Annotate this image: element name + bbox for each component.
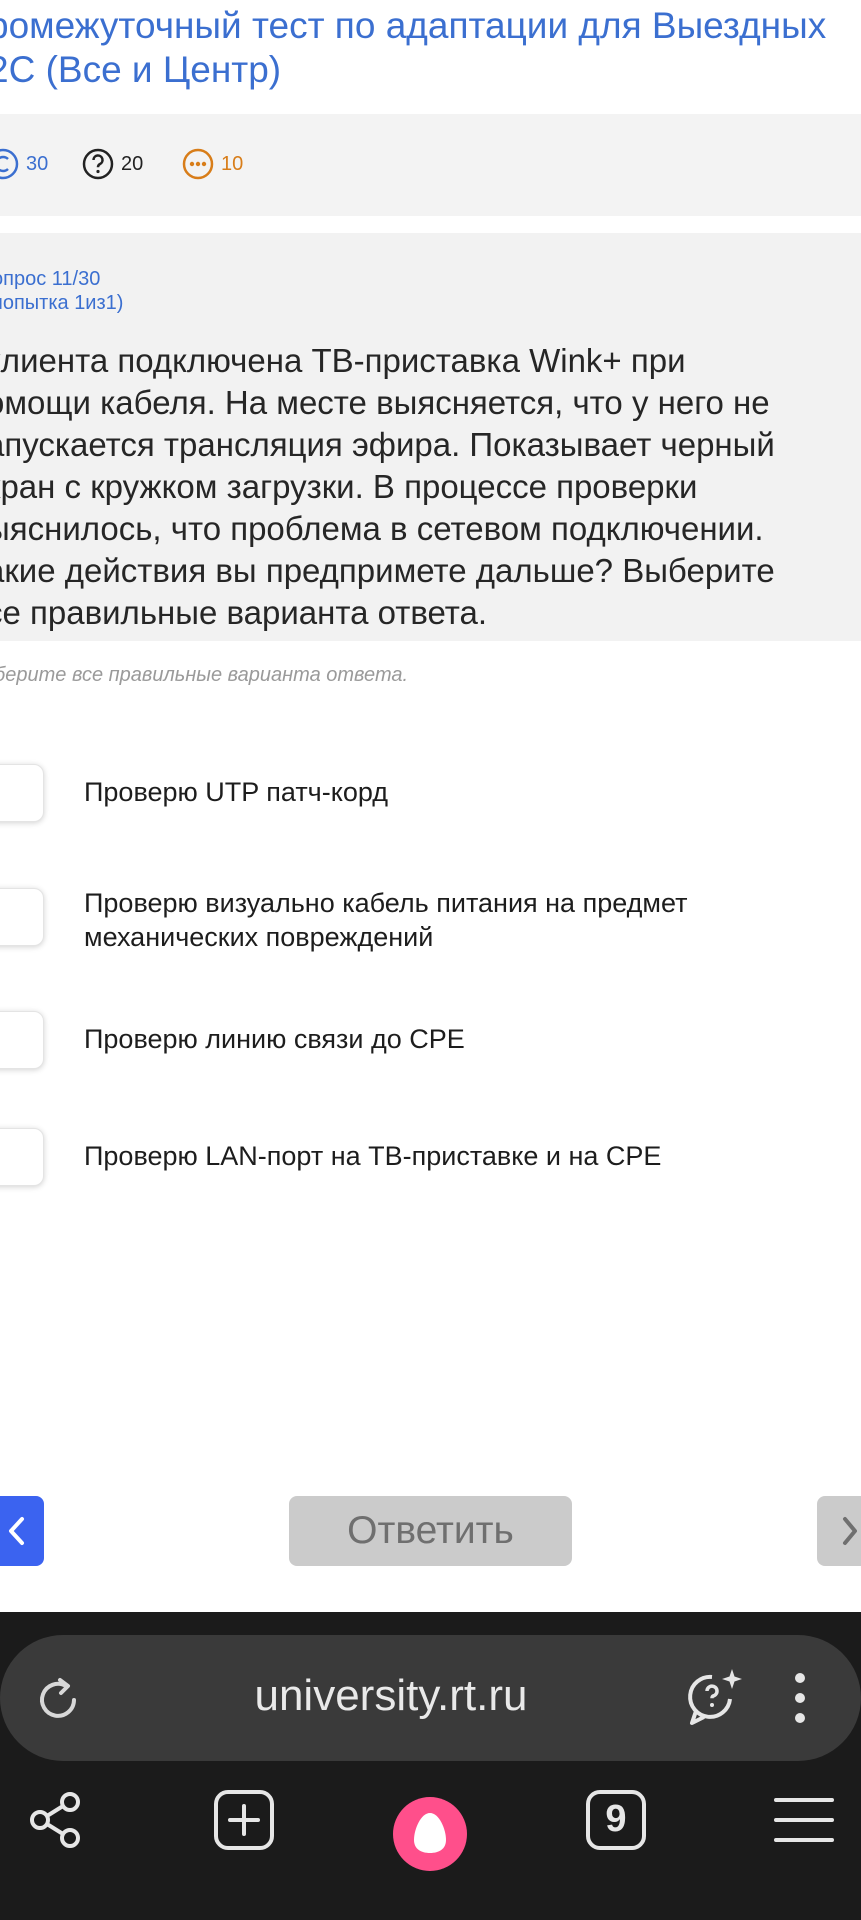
answer-button[interactable]: Ответить [289, 1496, 572, 1566]
option-checkbox[interactable] [0, 1011, 44, 1069]
previous-question-button[interactable] [0, 1496, 44, 1566]
option-label: Проверю LAN-порт на ТВ-приставке и на CP… [84, 1141, 662, 1171]
stat-total[interactable]: 30 [0, 148, 48, 180]
question-circle-icon [82, 148, 114, 180]
stat-unanswered[interactable]: 20 [81, 148, 143, 180]
question-panel: опрос 11/30 попытка 1из1) клиента подклю… [0, 233, 861, 641]
stat-other-value: 10 [221, 152, 244, 175]
ai-assistant-icon[interactable] [682, 1665, 748, 1731]
copyright-circle-icon [0, 148, 19, 180]
question-number: опрос 11/30 [0, 268, 101, 290]
option-label: Проверю UTP патч-корд [84, 777, 389, 807]
new-tab-icon[interactable] [212, 1788, 276, 1852]
page-title-line1: ромежуточный тест по адаптации для Выезд… [0, 5, 827, 46]
option-checkbox[interactable] [0, 888, 44, 946]
more-vertical-icon[interactable] [790, 1668, 810, 1728]
menu-icon[interactable] [772, 1788, 836, 1852]
stats-bar: 30 20 10 [0, 114, 861, 216]
tabs-counter[interactable]: 9 [584, 1788, 648, 1852]
question-text: клиента подключена ТВ-приставка Wink+ пр… [0, 342, 775, 631]
alice-assistant-icon[interactable] [392, 1796, 468, 1872]
stat-total-value: 30 [26, 152, 49, 175]
question-attempt: попытка 1из1) [0, 292, 124, 314]
option-checkbox[interactable] [0, 1128, 44, 1186]
option-checkbox[interactable] [0, 764, 44, 822]
more-dots-circle-icon [182, 148, 214, 180]
url-text[interactable]: university.rt.ru [0, 1671, 782, 1721]
option-label: Проверю визуально кабель питания на пред… [84, 888, 688, 952]
question-meta: опрос 11/30 попытка 1из1) [0, 267, 123, 315]
chevron-right-icon [843, 1517, 857, 1545]
page-title: ромежуточный тест по адаптации для Выезд… [0, 4, 861, 92]
browser-bar: university.rt.ru 9 [0, 1612, 861, 1920]
address-bar[interactable]: university.rt.ru [0, 1635, 861, 1761]
chevron-left-icon [9, 1517, 24, 1545]
page-title-line2: 2С (Все и Центр) [0, 49, 282, 90]
next-question-button[interactable] [817, 1496, 861, 1566]
share-icon[interactable] [24, 1788, 88, 1852]
tabs-count: 9 [605, 1798, 627, 1840]
answer-hint: берите все правильные варианта ответа. [0, 664, 409, 686]
option-label: Проверю линию связи до CPE [84, 1024, 465, 1054]
stat-other[interactable]: 10 [181, 148, 243, 180]
stat-unanswered-value: 20 [121, 152, 144, 175]
